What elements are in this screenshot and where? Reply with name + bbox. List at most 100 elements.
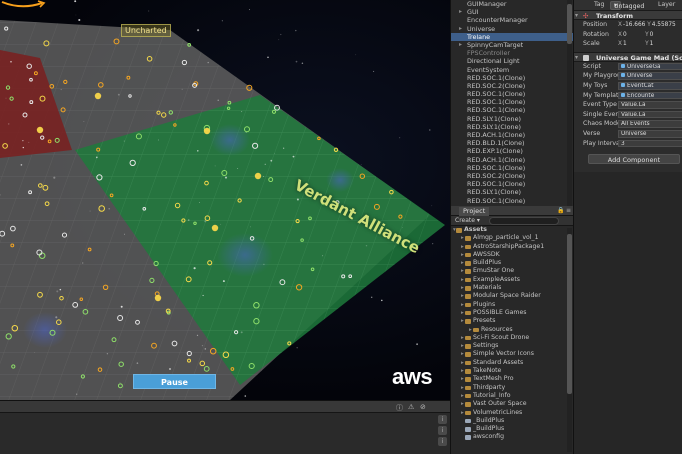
- folder-item[interactable]: ▸ ExampleAssets: [451, 276, 573, 284]
- console-side-button[interactable]: i: [438, 437, 447, 446]
- folder-item[interactable]: ▸ Thirdparty: [451, 384, 573, 392]
- scale-x-field[interactable]: 1: [623, 41, 627, 47]
- hierarchy-item[interactable]: FPSController: [451, 49, 573, 57]
- expand-arrow-icon[interactable]: ▸: [461, 284, 464, 292]
- pause-button[interactable]: Pause: [133, 374, 216, 389]
- hierarchy-scrollbar[interactable]: [567, 0, 572, 206]
- expand-arrow-icon[interactable]: ▸: [461, 400, 464, 408]
- create-button[interactable]: Create ▾: [455, 217, 480, 224]
- property-value-field[interactable]: 3: [618, 139, 682, 148]
- project-scrollbar[interactable]: [567, 228, 572, 452]
- rotation-x-field[interactable]: 0: [623, 32, 627, 38]
- property-value-field[interactable]: EventCat: [618, 81, 682, 90]
- hierarchy-item[interactable]: RED.ACH.1(Clone): [451, 156, 573, 164]
- hierarchy-item[interactable]: RED.SOC.2(Clone): [451, 82, 573, 90]
- folder-item[interactable]: ▸ Materials: [451, 284, 573, 292]
- folder-item[interactable]: ▸ POSSIBLE Games: [451, 309, 573, 317]
- hierarchy-item[interactable]: RED.ACH.1(Clone): [451, 131, 573, 139]
- script-component-header[interactable]: ▾ Universe Game Mad (Sc: [574, 51, 682, 62]
- search-input[interactable]: [489, 217, 559, 225]
- console-side-button[interactable]: i: [438, 426, 447, 435]
- property-value-field[interactable]: All Events: [618, 120, 682, 128]
- folder-item[interactable]: ▸ Plugins: [451, 301, 573, 309]
- folder-item[interactable]: ▸ Standard Assets: [451, 359, 573, 367]
- folder-item[interactable]: ▸ EmuStar One: [451, 267, 573, 275]
- hierarchy-item[interactable]: RED.BLD.1(Clone): [451, 139, 573, 147]
- expand-arrow-icon[interactable]: ▸: [461, 243, 464, 251]
- scene-view[interactable]: Uncharted Verdant Alliance Pause aws: [0, 0, 450, 400]
- property-value-field[interactable]: Universe: [618, 129, 682, 138]
- property-value-field[interactable]: Universe: [618, 72, 682, 80]
- asset-item[interactable]: _BuildPlus: [451, 417, 573, 425]
- folder-item[interactable]: ▸ Vast Outer Space: [451, 400, 573, 408]
- asset-item[interactable]: _BuildPlus: [451, 425, 573, 433]
- position-x-field[interactable]: -16.666: [623, 22, 645, 28]
- folder-item[interactable]: ▸ Modular Space Raider: [451, 292, 573, 300]
- hierarchy-item[interactable]: RED.SOC.1(Clone): [451, 90, 573, 98]
- property-value-field[interactable]: Value.La: [618, 101, 682, 109]
- expand-arrow-icon[interactable]: ▸: [461, 267, 464, 275]
- expand-arrow-icon[interactable]: ▸: [461, 409, 464, 417]
- hierarchy-item[interactable]: RED.SLY.1(Clone): [451, 188, 573, 196]
- scale-y-field[interactable]: 1: [650, 41, 654, 47]
- component-enabled-checkbox[interactable]: [583, 54, 589, 61]
- hierarchy-item[interactable]: RED.SLY.1(Clone): [451, 115, 573, 123]
- hierarchy-item[interactable]: Trelane: [451, 32, 573, 41]
- expand-arrow-icon[interactable]: ▸: [461, 301, 464, 309]
- folder-item[interactable]: ▸ Resources: [451, 326, 573, 334]
- console-side-button[interactable]: i: [438, 415, 447, 424]
- error-icon[interactable]: ⊘: [420, 403, 426, 411]
- folder-item[interactable]: ▸ Simple Vector Icons: [451, 350, 573, 358]
- folder-item[interactable]: ▸ Tutorial_Info: [451, 392, 573, 400]
- folder-item[interactable]: ▸ BuildPlus: [451, 259, 573, 267]
- tab-project[interactable]: Project: [459, 207, 490, 216]
- expand-arrow-icon[interactable]: ▸: [461, 276, 464, 284]
- expand-arrow-icon[interactable]: ▸: [461, 392, 464, 400]
- hierarchy-item[interactable]: RED.SOC.1(Clone): [451, 74, 573, 82]
- folder-item[interactable]: ▸ TakeNote: [451, 367, 573, 375]
- tag-dropdown[interactable]: Untagged ▾: [610, 1, 644, 10]
- folder-item[interactable]: ▸ AWSSDK: [451, 251, 573, 259]
- expand-arrow-icon[interactable]: ▸: [461, 342, 464, 350]
- folder-item[interactable]: ▸ Settings: [451, 342, 573, 350]
- hierarchy-item[interactable]: SpinnyCamTarget: [451, 41, 573, 49]
- info-icon[interactable]: ⓘ: [396, 403, 403, 413]
- expand-arrow-icon[interactable]: ▸: [461, 367, 464, 375]
- hierarchy-item[interactable]: RED.EXP.1(Clone): [451, 147, 573, 155]
- hierarchy-item[interactable]: RED.SOC.1(Clone): [451, 106, 573, 114]
- folder-item[interactable]: ▸ Sci-Fi Scout Drone: [451, 334, 573, 342]
- expand-arrow-icon[interactable]: ▸: [461, 234, 464, 242]
- hierarchy-item[interactable]: Universe: [451, 25, 573, 33]
- expand-arrow-icon[interactable]: ▸: [461, 375, 464, 383]
- property-value-field[interactable]: Value.La: [618, 110, 682, 119]
- expand-arrow-icon[interactable]: ▸: [461, 317, 464, 325]
- rotation-y-field[interactable]: 0: [650, 32, 654, 38]
- warning-icon[interactable]: ⚠: [408, 403, 414, 411]
- hierarchy-item[interactable]: GUI: [451, 8, 573, 16]
- expand-arrow-icon[interactable]: ▸: [461, 251, 464, 259]
- expand-arrow-icon[interactable]: ▸: [461, 350, 464, 358]
- folder-item[interactable]: ▸ Presets: [451, 317, 573, 325]
- scene-canvas[interactable]: [0, 0, 450, 400]
- property-value-field[interactable]: UniverseGa: [618, 62, 682, 71]
- hierarchy-item[interactable]: RED.SOC.1(Clone): [451, 197, 573, 205]
- expand-arrow-icon[interactable]: ▸: [461, 292, 464, 300]
- hierarchy-item[interactable]: EncounterManager: [451, 16, 573, 24]
- expand-arrow-icon[interactable]: ▸: [461, 334, 464, 342]
- lock-icon[interactable]: 🔒: [557, 207, 564, 214]
- menu-icon[interactable]: ≡: [566, 207, 571, 214]
- expand-arrow-icon[interactable]: ▸: [461, 359, 464, 367]
- folder-item[interactable]: ▸ AstroStarshipPackage1: [451, 243, 573, 251]
- expand-arrow-icon[interactable]: ▸: [469, 326, 472, 334]
- hierarchy-item[interactable]: EventSystem: [451, 66, 573, 74]
- folder-item[interactable]: ▾ Assets: [451, 226, 573, 234]
- transform-header[interactable]: ▾ ✣ Transform: [574, 10, 682, 20]
- expand-arrow-icon[interactable]: ▸: [461, 309, 464, 317]
- folder-item[interactable]: ▸ TextMesh Pro: [451, 375, 573, 383]
- expand-arrow-icon[interactable]: ▸: [461, 384, 464, 392]
- asset-item[interactable]: awsconfig: [451, 433, 573, 441]
- hierarchy-item[interactable]: RED.SLY.1(Clone): [451, 123, 573, 131]
- expand-arrow-icon[interactable]: ▸: [461, 259, 464, 267]
- folder-item[interactable]: ▸ VolumetricLines: [451, 409, 573, 417]
- position-y-field[interactable]: 4.55875: [652, 22, 676, 28]
